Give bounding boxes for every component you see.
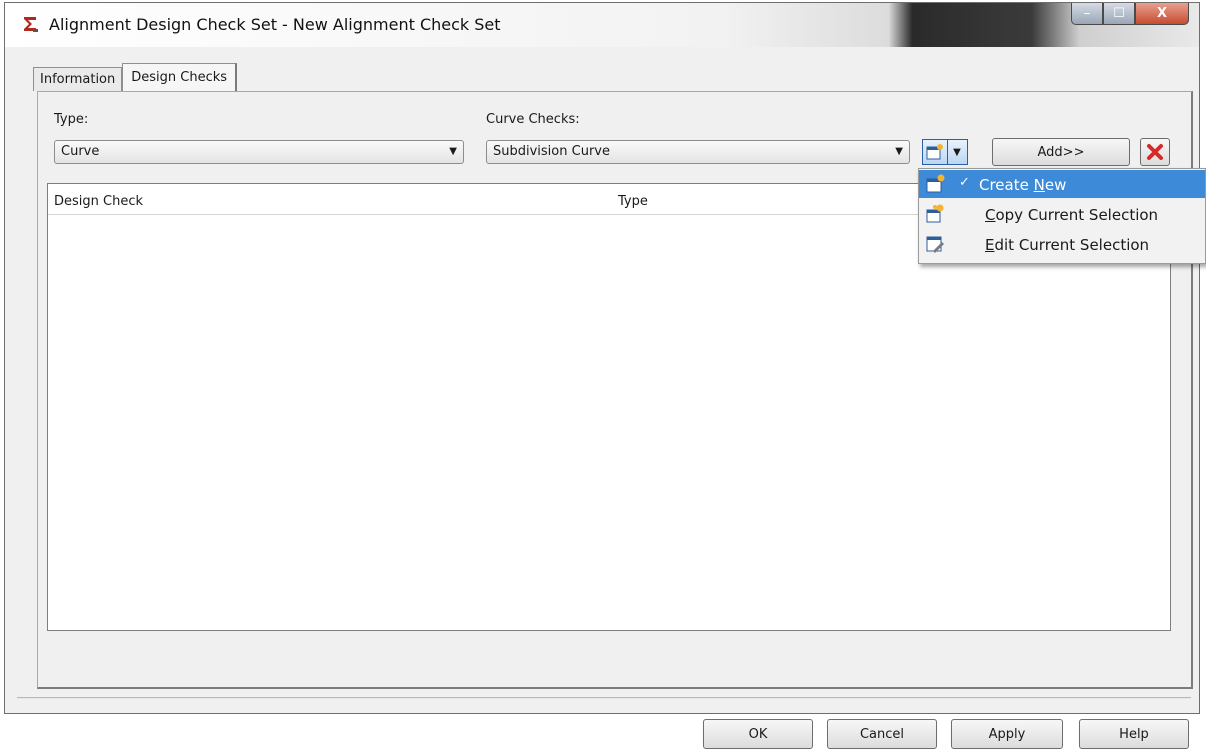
column-header-design-check[interactable]: Design Check: [54, 194, 143, 209]
add-button[interactable]: Add>>: [992, 138, 1130, 166]
chevron-down-icon: ▼: [895, 146, 903, 157]
minimize-icon: –: [1083, 6, 1091, 21]
curve-checks-select[interactable]: Subdivision Curve ▼: [486, 140, 910, 164]
column-header-type[interactable]: Type: [618, 194, 648, 209]
title-bar[interactable]: Alignment Design Check Set - New Alignme…: [5, 3, 1199, 47]
minimize-button[interactable]: –: [1071, 3, 1103, 25]
type-label: Type:: [54, 112, 89, 127]
dialog-window: Alignment Design Check Set - New Alignme…: [4, 2, 1200, 749]
create-new-button[interactable]: [923, 140, 948, 164]
copy-icon: [926, 204, 944, 223]
menu-item-copy-current-selection[interactable]: Copy Current Selection: [919, 200, 1205, 228]
new-check-dropdown-menu: ✓ Create New Copy Current Selection Edit…: [918, 168, 1206, 264]
tab-strip: Information Design Checks: [33, 63, 238, 91]
menu-item-create-new[interactable]: ✓ Create New: [919, 170, 1205, 198]
curve-checks-select-value: Subdivision Curve: [493, 144, 610, 159]
dialog-client: Information Design Checks Type: Curve ▼ …: [17, 47, 1193, 749]
maximize-icon: ☐: [1113, 6, 1125, 21]
chevron-down-icon: ▼: [449, 146, 457, 157]
maximize-button[interactable]: ☐: [1103, 3, 1135, 25]
create-new-icon: [926, 144, 943, 160]
ok-button[interactable]: OK: [703, 719, 813, 749]
delete-button[interactable]: [1140, 138, 1170, 166]
app-icon: [24, 17, 38, 32]
help-button[interactable]: Help: [1079, 719, 1189, 749]
tab-design-checks[interactable]: Design Checks: [122, 63, 238, 91]
window-controls: – ☐ X: [1071, 3, 1189, 29]
menu-item-label: Copy Current Selection: [985, 206, 1159, 224]
window-title: Alignment Design Check Set - New Alignme…: [49, 15, 501, 34]
chevron-down-icon: ▼: [953, 146, 961, 158]
split-dropdown-arrow[interactable]: ▼: [948, 140, 966, 164]
close-button[interactable]: X: [1135, 3, 1189, 25]
menu-item-edit-current-selection[interactable]: Edit Current Selection: [919, 230, 1205, 258]
menu-item-label: Edit Current Selection: [985, 236, 1150, 254]
apply-button[interactable]: Apply: [951, 719, 1063, 749]
close-icon: X: [1156, 6, 1168, 21]
curve-checks-label: Curve Checks:: [486, 112, 580, 127]
create-new-icon: [926, 174, 945, 193]
checkmark-icon: ✓: [959, 175, 970, 190]
edit-icon: [926, 236, 944, 253]
footer-divider: [17, 697, 1191, 699]
new-check-split-button[interactable]: ▼: [922, 139, 968, 165]
type-select[interactable]: Curve ▼: [54, 140, 464, 164]
cancel-button[interactable]: Cancel: [827, 719, 937, 749]
tab-information[interactable]: Information: [33, 67, 123, 91]
menu-item-label: Create New: [979, 176, 1067, 194]
type-select-value: Curve: [61, 144, 100, 159]
delete-x-icon: [1147, 144, 1163, 160]
